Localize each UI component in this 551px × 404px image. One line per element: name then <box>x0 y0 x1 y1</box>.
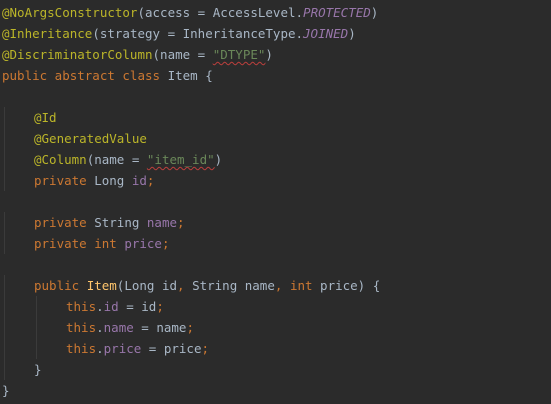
code-token: PROTECTED <box>303 5 371 20</box>
code-token: String name <box>192 278 275 293</box>
code-token: Item { <box>167 68 213 83</box>
code-token: this <box>66 320 97 335</box>
code-line[interactable]: @NoArgsConstructor(access = AccessLevel.… <box>0 2 551 23</box>
code-line[interactable]: @Column(name = "item_id") <box>0 149 551 170</box>
code-token: @Inheritance <box>2 26 93 41</box>
code-token: JOINED <box>303 26 349 41</box>
code-token: . <box>96 320 104 335</box>
indent-guide <box>4 107 5 128</box>
code-token: ; <box>161 236 170 251</box>
code-token: = name <box>133 320 187 335</box>
code-token: @Column <box>34 152 87 167</box>
code-token: (name = <box>86 152 147 167</box>
code-editor[interactable]: @NoArgsConstructor(access = AccessLevel.… <box>0 0 551 404</box>
code-token: ; <box>156 299 164 314</box>
code-token: name <box>103 320 134 335</box>
code-token: String <box>94 215 147 230</box>
code-token: ) <box>370 5 379 20</box>
code-line[interactable]: } <box>0 359 551 380</box>
code-token: @NoArgsConstructor <box>2 5 138 20</box>
code-token: ) <box>265 47 273 62</box>
indent-guide <box>36 296 37 317</box>
code-token: ; <box>186 320 194 335</box>
code-line[interactable]: @GeneratedValue <box>0 128 551 149</box>
code-token: = price <box>141 341 202 356</box>
code-line[interactable]: @DiscriminatorColumn(name = "DTYPE") <box>0 44 551 65</box>
code-token: price) { <box>320 278 381 293</box>
indent-guide <box>4 317 5 338</box>
code-token: this <box>66 341 97 356</box>
code-token: name <box>146 215 178 230</box>
indent-guide <box>4 359 5 380</box>
code-token: } <box>2 383 10 398</box>
code-token: "item_id" <box>146 152 215 167</box>
code-token: public abstract class <box>2 68 168 83</box>
indent-guide <box>4 296 5 317</box>
indent-guide <box>4 212 5 233</box>
code-line[interactable]: private Long id; <box>0 170 551 191</box>
code-token: private <box>34 173 95 188</box>
code-token: (name = <box>152 47 213 62</box>
code-token: (Long id <box>116 278 178 293</box>
code-token: private <box>34 215 95 230</box>
code-token: . <box>96 299 104 314</box>
code-token: price <box>124 236 162 251</box>
code-token: public <box>34 278 87 293</box>
code-line[interactable]: } <box>0 380 551 401</box>
code-token: price <box>103 341 142 356</box>
code-token: . <box>96 341 104 356</box>
code-token: (strategy = InheritanceType. <box>92 26 304 41</box>
code-token: id <box>131 173 147 188</box>
code-token: @GeneratedValue <box>34 131 147 146</box>
code-line[interactable]: private int price; <box>0 233 551 254</box>
code-token: Long <box>94 173 132 188</box>
code-token: , <box>274 278 290 293</box>
code-line[interactable] <box>0 191 551 212</box>
indent-guide <box>4 128 5 149</box>
code-token: ; <box>177 215 185 230</box>
code-token: @Id <box>34 110 57 125</box>
code-token: Item <box>86 278 117 293</box>
code-line[interactable]: this.id = id; <box>0 296 551 317</box>
code-token: private int <box>34 236 125 251</box>
code-token: int <box>289 278 321 293</box>
code-token: ; <box>146 173 155 188</box>
indent-guide <box>36 317 37 338</box>
code-token: ) <box>348 26 356 41</box>
code-token: = id <box>118 299 157 314</box>
code-token: } <box>34 362 42 377</box>
code-token: "DTYPE" <box>212 47 266 62</box>
indent-guide <box>4 149 5 170</box>
code-token: id <box>103 299 119 314</box>
code-token: this <box>66 299 97 314</box>
code-line[interactable]: public abstract class Item { <box>0 65 551 86</box>
indent-guide <box>4 275 5 296</box>
code-token: , <box>177 278 193 293</box>
code-token: ) <box>214 152 223 167</box>
code-line[interactable]: @Id <box>0 107 551 128</box>
code-line[interactable] <box>0 86 551 107</box>
code-line[interactable]: public Item(Long id, String name, int pr… <box>0 275 551 296</box>
code-line[interactable] <box>0 254 551 275</box>
indent-guide <box>4 170 5 191</box>
indent-guide <box>4 338 5 359</box>
code-line[interactable]: @Inheritance(strategy = InheritanceType.… <box>0 23 551 44</box>
code-token: @DiscriminatorColumn <box>2 47 153 62</box>
code-token: (access = AccessLevel. <box>137 5 304 20</box>
code-line[interactable]: this.price = price; <box>0 338 551 359</box>
code-token: ; <box>201 341 210 356</box>
indent-guide <box>4 233 5 254</box>
indent-guide <box>36 338 37 359</box>
code-line[interactable]: private String name; <box>0 212 551 233</box>
code-line[interactable]: this.name = name; <box>0 317 551 338</box>
